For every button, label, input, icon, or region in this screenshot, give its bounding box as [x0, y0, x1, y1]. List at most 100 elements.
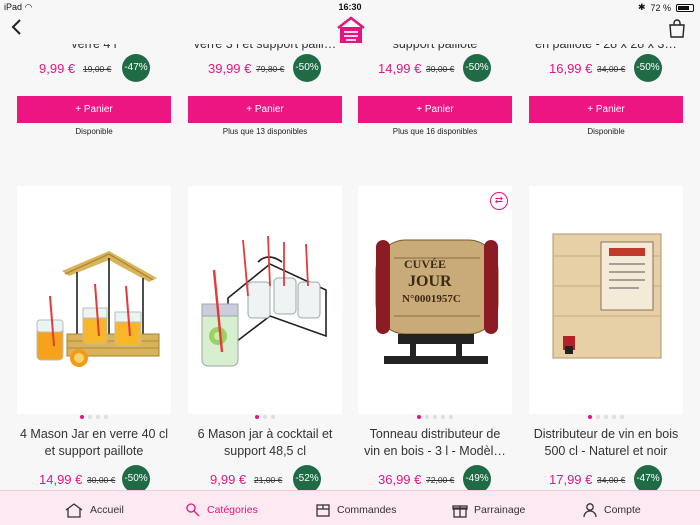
- product-card[interactable]: verre 4 l 9,99 € 19,00 € -47% + Panier D…: [17, 44, 171, 146]
- product-grid: verre 4 l 9,99 € 19,00 € -47% + Panier D…: [0, 44, 700, 490]
- box-icon: [316, 504, 330, 517]
- product-card[interactable]: support paillote 14,99 € 30,00 € -50% + …: [358, 44, 512, 146]
- add-to-cart-button[interactable]: + Panier: [17, 96, 171, 123]
- product-image[interactable]: [529, 186, 683, 414]
- discount-badge: -47%: [122, 54, 150, 82]
- product-title: Tonneau distributeur de: [369, 427, 501, 441]
- product-price: 9,99 €: [39, 61, 76, 76]
- discount-badge: -50%: [463, 54, 491, 82]
- product-image[interactable]: CUVÉE JOUR N°0001957C: [358, 186, 512, 414]
- carousel-dot[interactable]: [612, 415, 616, 419]
- carousel-dot[interactable]: [104, 415, 108, 419]
- carousel-dots[interactable]: [358, 406, 512, 424]
- product-old-price: 30,00 €: [87, 475, 116, 485]
- product-title: support paillote: [392, 44, 478, 51]
- product-title-line2: vin en bois - 3 l - Modèl…: [364, 444, 506, 458]
- carousel-dots[interactable]: [188, 406, 342, 424]
- mason-jar-cocktail-image: [201, 235, 327, 367]
- svg-text:JOUR: JOUR: [408, 273, 452, 290]
- tab-parrainage[interactable]: Parrainage: [452, 500, 525, 520]
- tab-label: Compte: [604, 504, 641, 516]
- add-to-cart-button[interactable]: + Panier: [529, 96, 683, 123]
- tab-accueil[interactable]: Accueil: [64, 500, 124, 520]
- availability: Plus que 16 disponibles: [392, 127, 478, 136]
- product-old-price: 34,00 €: [597, 475, 626, 485]
- navigation-bar: [0, 14, 700, 44]
- product-title-line2: et support paillote: [44, 444, 144, 458]
- chevron-left-icon: [11, 19, 21, 35]
- carousel-dot[interactable]: [96, 415, 100, 419]
- carousel-dot[interactable]: [255, 415, 259, 419]
- price-row: 14,99 € 30,00 € -50%: [17, 465, 187, 490]
- product-old-price: 34,00 €: [597, 64, 626, 74]
- svg-text:CUVÉE: CUVÉE: [404, 257, 446, 271]
- tab-commandes[interactable]: Commandes: [315, 500, 397, 520]
- status-right: ✱ 72 %: [638, 2, 694, 13]
- price-row: 39,99 € 79,80 € -50%: [188, 54, 358, 82]
- svg-text:N°0001957C: N°0001957C: [402, 293, 461, 305]
- shopping-bag-icon: [669, 19, 685, 38]
- availability: Disponible: [75, 127, 113, 136]
- carousel-dot[interactable]: [80, 415, 84, 419]
- product-card[interactable]: en paillote - 28 x 28 x 3… 16,99 € 34,00…: [529, 44, 683, 146]
- compare-button[interactable]: ⇄: [490, 192, 508, 210]
- tab-label: Commandes: [337, 504, 397, 516]
- carousel-dot[interactable]: [425, 415, 429, 419]
- app-logo[interactable]: [335, 16, 367, 44]
- product-card[interactable]: 4 Mason Jar en verre 40 cl et support pa…: [17, 186, 171, 490]
- tab-bar: Accueil Catégories Commandes Parrainage …: [0, 490, 700, 525]
- product-title: Distributeur de vin en bois: [533, 427, 679, 441]
- product-old-price: 19,00 €: [83, 64, 112, 74]
- carousel-dot[interactable]: [596, 415, 600, 419]
- back-button[interactable]: [10, 18, 22, 41]
- price-row: 9,99 € 21,00 € -52%: [188, 465, 358, 490]
- carousel-dot[interactable]: [417, 415, 421, 419]
- mason-jar-paillote-image: [36, 251, 160, 367]
- carousel-dot[interactable]: [449, 415, 453, 419]
- product-card[interactable]: verre 3 l et support paill… 39,99 € 79,8…: [188, 44, 342, 146]
- carousel-dot[interactable]: [620, 415, 624, 419]
- tab-categories[interactable]: Catégories: [185, 500, 258, 520]
- carousel-dot[interactable]: [263, 415, 267, 419]
- product-image[interactable]: [17, 186, 171, 414]
- price-row: 16,99 € 34,00 € -50%: [529, 54, 699, 82]
- bluetooth-icon: ✱: [637, 2, 646, 12]
- add-to-cart-button[interactable]: + Panier: [188, 96, 342, 123]
- product-card[interactable]: 6 Mason jar à cocktail et support 48,5 c…: [188, 186, 342, 490]
- product-old-price: 72,00 €: [426, 475, 455, 485]
- product-title: verre 4 l: [71, 44, 117, 51]
- carousel-dots[interactable]: [17, 406, 171, 424]
- tab-label: Accueil: [90, 504, 124, 516]
- discount-badge: -50%: [634, 54, 662, 82]
- carousel-dot[interactable]: [604, 415, 608, 419]
- discount-badge: -50%: [293, 54, 321, 82]
- tab-compte[interactable]: Compte: [582, 500, 641, 520]
- clock: 16:30: [338, 2, 362, 12]
- product-price: 9,99 €: [210, 472, 247, 487]
- product-image[interactable]: [188, 186, 342, 414]
- product-old-price: 21,00 €: [254, 475, 283, 485]
- carousel-dots[interactable]: [529, 406, 683, 424]
- product-title: 4 Mason Jar en verre 40 cl: [20, 427, 168, 441]
- product-old-price: 30,00 €: [426, 64, 455, 74]
- carousel-dot[interactable]: [433, 415, 437, 419]
- product-card[interactable]: CUVÉE JOUR N°0001957C ⇄ Tonneau distribu…: [358, 186, 512, 490]
- battery-icon: [676, 3, 694, 12]
- discount-badge: -47%: [634, 465, 662, 490]
- product-price: 16,99 €: [549, 61, 593, 76]
- shuffle-icon: ⇄: [494, 195, 504, 206]
- product-price: 14,99 €: [378, 61, 422, 76]
- add-to-cart-button[interactable]: + Panier: [358, 96, 512, 123]
- cart-button[interactable]: [668, 18, 686, 38]
- product-price: 36,99 €: [378, 472, 422, 487]
- product-card[interactable]: Distributeur de vin en bois 500 cl - Nat…: [529, 186, 683, 490]
- carousel-dot[interactable]: [88, 415, 92, 419]
- carousel-dot[interactable]: [271, 415, 275, 419]
- carousel-dot[interactable]: [441, 415, 445, 419]
- availability: Disponible: [587, 127, 625, 136]
- availability: Plus que 13 disponibles: [222, 127, 308, 136]
- carousel-dot[interactable]: [588, 415, 592, 419]
- product-title: verre 3 l et support paill…: [193, 44, 337, 51]
- wine-box-image: [552, 233, 662, 359]
- battery-percent: 72 %: [650, 2, 671, 13]
